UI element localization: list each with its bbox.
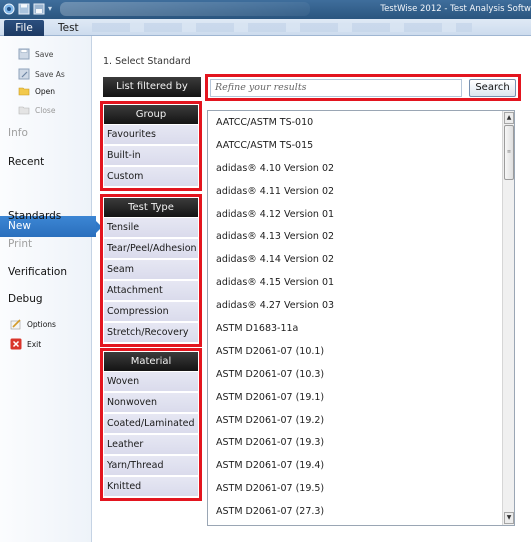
filter-item-built-in[interactable]: Built-in <box>104 146 198 166</box>
list-item[interactable]: ASTM D2061-07 (10.3) <box>208 364 514 387</box>
list-item[interactable]: ASTM D1683-11a <box>208 318 514 341</box>
list-item[interactable]: ASTM D2061-07 (19.5) <box>208 478 514 501</box>
list-item[interactable]: ASTM D2061-07 (19.4) <box>208 455 514 478</box>
nav-options-label: Options <box>27 319 56 329</box>
scroll-thumb[interactable]: ≡ <box>504 125 514 180</box>
nav-save-as-label: Save As <box>35 69 65 79</box>
nav-close-label: Close <box>35 105 56 115</box>
filter-item-stretch-recovery[interactable]: Stretch/Recovery <box>104 323 198 343</box>
ribbon-tab-strip: File Test <box>0 19 531 36</box>
filter-item-nonwoven[interactable]: Nonwoven <box>104 393 198 413</box>
backstage-nav: Save Save As Open Close Info Recent New … <box>0 36 102 542</box>
quick-access-toolbar: ▾ <box>3 3 58 15</box>
standards-list-items: AATCC/ASTM TS-010 AATCC/ASTM TS-015 adid… <box>208 111 514 524</box>
save-icon[interactable] <box>18 3 30 15</box>
app-logo-icon[interactable] <box>3 3 15 15</box>
nav-open-label: Open <box>35 86 56 96</box>
list-item[interactable]: ASTM D2061-07 (19.3) <box>208 432 514 455</box>
filter-item-compression[interactable]: Compression <box>104 302 198 322</box>
nav-info[interactable]: Info <box>8 127 28 139</box>
nav-close[interactable]: Close <box>18 104 55 116</box>
filter-item-woven[interactable]: Woven <box>104 372 198 392</box>
list-item[interactable]: ASTM D2061-07 (10.1) <box>208 341 514 364</box>
title-bar: ▾ TestWise 2012 - Test Analysis Softw <box>0 0 531 19</box>
tab-test[interactable]: Test <box>58 20 79 36</box>
list-item[interactable]: AATCC/ASTM TS-010 <box>208 112 514 135</box>
nav-verification[interactable]: Verification <box>8 266 67 278</box>
material-filter: Material Woven Nonwoven Coated/Laminated… <box>100 348 202 501</box>
list-item[interactable]: adidas® 4.27 Version 03 <box>208 295 514 318</box>
qat-customize-icon[interactable]: ▾ <box>48 4 58 14</box>
nav-exit-label: Exit <box>27 339 42 349</box>
list-item[interactable]: ASTM D2061-07 (27.3) <box>208 501 514 524</box>
filter-item-coated-laminated[interactable]: Coated/Laminated <box>104 414 198 434</box>
filter-item-tensile[interactable]: Tensile <box>104 218 198 238</box>
nav-options[interactable]: Options <box>10 318 56 330</box>
list-item[interactable]: AATCC/ASTM TS-015 <box>208 135 514 158</box>
list-item[interactable]: ASTM D2061-07 (19.2) <box>208 410 514 433</box>
save-as-icon <box>18 68 30 80</box>
nav-open[interactable]: Open <box>18 85 55 97</box>
nav-save[interactable]: Save <box>18 48 53 60</box>
options-icon <box>10 319 21 330</box>
list-item[interactable]: adidas® 4.14 Version 02 <box>208 249 514 272</box>
group-filter: Group Favourites Built-in Custom <box>100 101 202 191</box>
exit-icon <box>10 338 22 350</box>
list-item[interactable]: adidas® 4.12 Version 01 <box>208 204 514 227</box>
filter-label: List filtered by <box>103 77 201 97</box>
nav-save-as[interactable]: Save As <box>18 68 65 80</box>
list-item[interactable]: adidas® 4.15 Version 01 <box>208 272 514 295</box>
search-container: Refine your results Search <box>205 74 521 101</box>
nav-recent[interactable]: Recent <box>8 156 44 168</box>
list-item[interactable]: ASTM D2061-07 (19.1) <box>208 387 514 410</box>
material-filter-title: Material <box>104 352 198 371</box>
filter-item-tear-peel-adhesion[interactable]: Tear/Peel/Adhesion <box>104 239 198 259</box>
filter-item-favourites[interactable]: Favourites <box>104 125 198 145</box>
filter-item-yarn-thread[interactable]: Yarn/Thread <box>104 456 198 476</box>
tab-file[interactable]: File <box>4 20 44 36</box>
list-item[interactable]: adidas® 4.10 Version 02 <box>208 158 514 181</box>
title-bar-band <box>60 2 310 16</box>
folder-close-icon <box>18 106 30 115</box>
search-button[interactable]: Search <box>469 79 516 97</box>
nav-standards[interactable]: Standards <box>8 210 61 222</box>
list-scrollbar[interactable]: ▲ ≡ ▼ <box>502 111 514 525</box>
nav-debug[interactable]: Debug <box>8 293 43 305</box>
filter-item-attachment[interactable]: Attachment <box>104 281 198 301</box>
test-type-filter-title: Test Type <box>104 198 198 217</box>
search-input[interactable]: Refine your results <box>210 79 462 97</box>
list-item[interactable]: adidas® 4.13 Version 02 <box>208 226 514 249</box>
save-as-icon[interactable] <box>33 3 45 15</box>
test-type-filter: Test Type Tensile Tear/Peel/Adhesion Sea… <box>100 194 202 347</box>
filter-item-knitted[interactable]: Knitted <box>104 477 198 497</box>
standards-list[interactable]: AATCC/ASTM TS-010 AATCC/ASTM TS-015 adid… <box>207 110 515 526</box>
nav-save-label: Save <box>35 49 54 59</box>
filter-item-leather[interactable]: Leather <box>104 435 198 455</box>
nav-exit[interactable]: Exit <box>10 338 41 350</box>
nav-print[interactable]: Print <box>8 238 32 250</box>
window-title: TestWise 2012 - Test Analysis Softw <box>380 4 531 14</box>
folder-open-icon <box>18 87 30 96</box>
list-item[interactable]: adidas® 4.11 Version 02 <box>208 181 514 204</box>
filter-item-custom[interactable]: Custom <box>104 167 198 187</box>
filter-item-seam[interactable]: Seam <box>104 260 198 280</box>
section-title: 1. Select Standard <box>103 56 191 67</box>
group-filter-title: Group <box>104 105 198 124</box>
scroll-up-arrow-icon[interactable]: ▲ <box>504 112 514 124</box>
scroll-down-arrow-icon[interactable]: ▼ <box>504 512 514 524</box>
save-icon <box>18 48 30 60</box>
ribbon-tab-placeholders <box>92 23 472 32</box>
